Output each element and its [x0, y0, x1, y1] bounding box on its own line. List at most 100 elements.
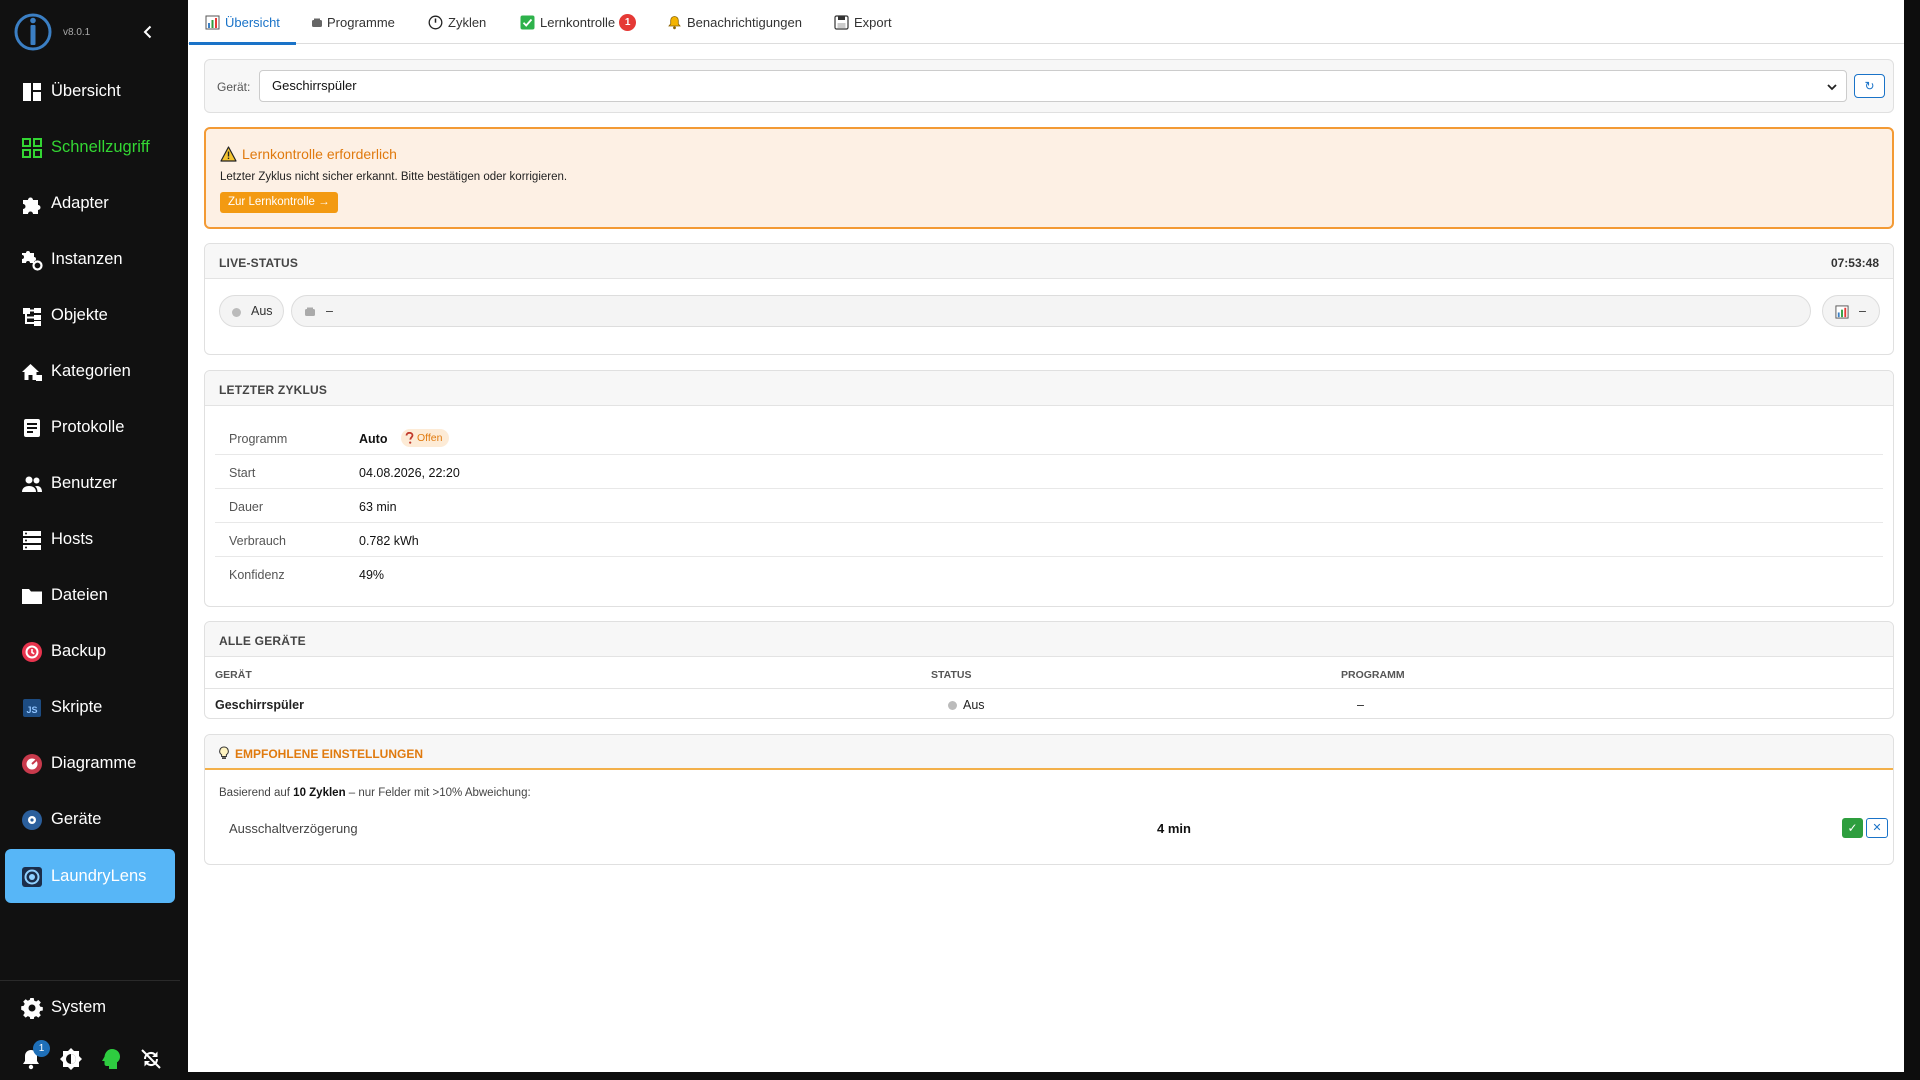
status-dot	[232, 308, 241, 317]
tree-icon	[21, 305, 43, 327]
sidebar-item-label: System	[51, 998, 107, 1016]
column-header: STATUS	[931, 669, 972, 681]
notification-count-badge: 1	[33, 1040, 50, 1057]
row-value: Auto	[359, 432, 388, 446]
chart-icon	[1835, 305, 1849, 319]
card-title: EMPFOHLENE EINSTELLUNGEN	[235, 747, 424, 761]
row-value: 63 min	[359, 500, 397, 514]
tab-uebersicht[interactable]: Übersicht	[189, 0, 296, 45]
sidebar-item-schnellzugriff[interactable]: Schnellzugriff	[5, 120, 175, 174]
sidebar-item-laundrylens[interactable]: LaundryLens	[5, 849, 175, 903]
description-prefix: Basierend auf	[219, 787, 290, 799]
sidebar-item-skripte[interactable]: JS Skripte	[5, 680, 175, 734]
live-status-card: LIVE-STATUS 07:53:48 Aus – –	[204, 243, 1894, 355]
table-row[interactable]: Geschirrspüler Aus –	[205, 689, 1893, 719]
reject-button[interactable]: ✕	[1866, 818, 1888, 838]
warning-icon	[220, 146, 237, 162]
card-header: EMPFOHLENE EINSTELLUNGEN	[205, 735, 1893, 770]
tab-label: Zyklen	[448, 14, 487, 30]
cycle-row-verbrauch: Verbrauch 0.782 kWh	[215, 523, 1883, 557]
device-name: Geschirrspüler	[215, 698, 304, 712]
sidebar-item-uebersicht[interactable]: Übersicht	[5, 64, 175, 118]
card-title: LIVE-STATUS	[219, 256, 299, 270]
card-title: ALLE GERÄTE	[219, 634, 306, 648]
column-header: PROGRAMM	[1341, 669, 1405, 681]
sidebar-item-system[interactable]: System	[5, 991, 175, 1025]
sidebar-item-diagramme[interactable]: Diagramme	[5, 736, 175, 790]
tab-label: Benachrichtigungen	[687, 14, 802, 30]
sidebar-item-label: Benutzer	[51, 474, 118, 492]
cycle-count: 10 Zyklen	[293, 787, 346, 799]
collapse-sidebar-icon[interactable]	[140, 24, 156, 40]
sidebar-item-label: Übersicht	[51, 82, 121, 100]
sidebar-footer: System 1	[0, 980, 180, 1080]
device-select-card: Gerät: Geschirrspüler ↻	[204, 59, 1894, 113]
sidebar-item-label: Skripte	[51, 698, 103, 716]
tab-lernkontrolle[interactable]: Lernkontrolle 1	[520, 0, 637, 44]
iobroker-logo-icon[interactable]	[14, 13, 52, 51]
status-badge: Offen	[401, 429, 449, 447]
tab-benachrichtigungen[interactable]: Benachrichtigungen	[667, 0, 802, 44]
table-header: GERÄT STATUS PROGRAMM	[205, 657, 1893, 689]
card-header: LIVE-STATUS 07:53:48	[205, 244, 1893, 279]
users-icon	[21, 473, 43, 495]
status-badge-label: Offen	[417, 432, 443, 444]
sidebar: v8.0.1 Übersicht Schnellzugriff Adapter …	[0, 0, 180, 1080]
lightbulb-icon	[218, 746, 230, 760]
gear-icon	[21, 997, 43, 1019]
sidebar-item-label: Instanzen	[51, 250, 123, 268]
tab-programme[interactable]: Programme	[312, 0, 395, 44]
accept-button[interactable]: ✓	[1842, 818, 1863, 838]
sidebar-item-label: Kategorien	[51, 362, 131, 380]
chart-icon	[205, 15, 220, 30]
sync-disabled-icon[interactable]	[139, 1047, 163, 1071]
go-to-lernkontrolle-button[interactable]: Zur Lernkontrolle →	[220, 192, 338, 213]
description-suffix: – nur Felder mit >10% Abweichung:	[348, 787, 531, 799]
alert-text: Letzter Zyklus nicht sicher erkannt. Bit…	[220, 171, 568, 183]
recommended-settings-card: EMPFOHLENE EINSTELLUNGEN Basierend auf 1…	[204, 734, 1894, 865]
program-icon	[305, 307, 315, 317]
sidebar-item-hosts[interactable]: Hosts	[5, 512, 175, 566]
sidebar-item-instanzen[interactable]: Instanzen	[5, 232, 175, 286]
live-status-time: 07:53:48	[1830, 256, 1879, 270]
sidebar-item-label: LaundryLens	[51, 867, 147, 885]
refresh-button[interactable]: ↻	[1854, 74, 1885, 98]
state-value: Aus	[251, 304, 273, 318]
sidebar-item-label: Schnellzugriff	[51, 138, 150, 156]
row-key: Dauer	[229, 500, 264, 514]
cycle-row-start: Start 04.08.2026, 22:20	[215, 455, 1883, 489]
sidebar-item-adapter[interactable]: Adapter	[5, 176, 175, 230]
log-icon	[21, 417, 43, 439]
row-key: Verbrauch	[229, 534, 286, 548]
row-value: 0.782 kWh	[359, 534, 419, 548]
program-pill: –	[291, 295, 1811, 327]
device-status-label: Aus	[963, 698, 985, 712]
tab-export[interactable]: Export	[834, 0, 892, 44]
puzzle-gear-icon	[21, 249, 43, 271]
column-header: GERÄT	[215, 669, 252, 681]
sidebar-item-label: Adapter	[51, 194, 109, 212]
device-program: –	[1357, 698, 1364, 712]
home-category-icon	[21, 361, 43, 383]
device-select-label: Gerät:	[217, 80, 251, 94]
tab-label: Programme	[327, 14, 395, 30]
clock-icon	[428, 15, 443, 30]
tab-zyklen[interactable]: Zyklen	[428, 0, 486, 44]
row-key: Start	[229, 466, 256, 480]
program-icon	[312, 18, 322, 28]
sidebar-item-protokolle[interactable]: Protokolle	[5, 400, 175, 454]
sidebar-item-dateien[interactable]: Dateien	[5, 568, 175, 622]
sidebar-item-objekte[interactable]: Objekte	[5, 288, 175, 342]
device-select[interactable]: Geschirrspüler	[259, 70, 1847, 102]
sidebar-item-geraete[interactable]: Geräte	[5, 792, 175, 846]
sidebar-item-label: Geräte	[51, 810, 102, 828]
expert-mode-icon[interactable]	[99, 1047, 123, 1071]
sidebar-item-kategorien[interactable]: Kategorien	[5, 344, 175, 398]
sidebar-item-benutzer[interactable]: Benutzer	[5, 456, 175, 510]
theme-toggle-icon[interactable]	[59, 1047, 83, 1071]
puzzle-icon	[21, 193, 43, 215]
export-icon	[834, 14, 849, 30]
cycle-row-programm: Programm Auto Offen	[215, 421, 1883, 455]
sidebar-item-backup[interactable]: Backup	[5, 624, 175, 678]
sidebar-item-label: Diagramme	[51, 754, 137, 772]
